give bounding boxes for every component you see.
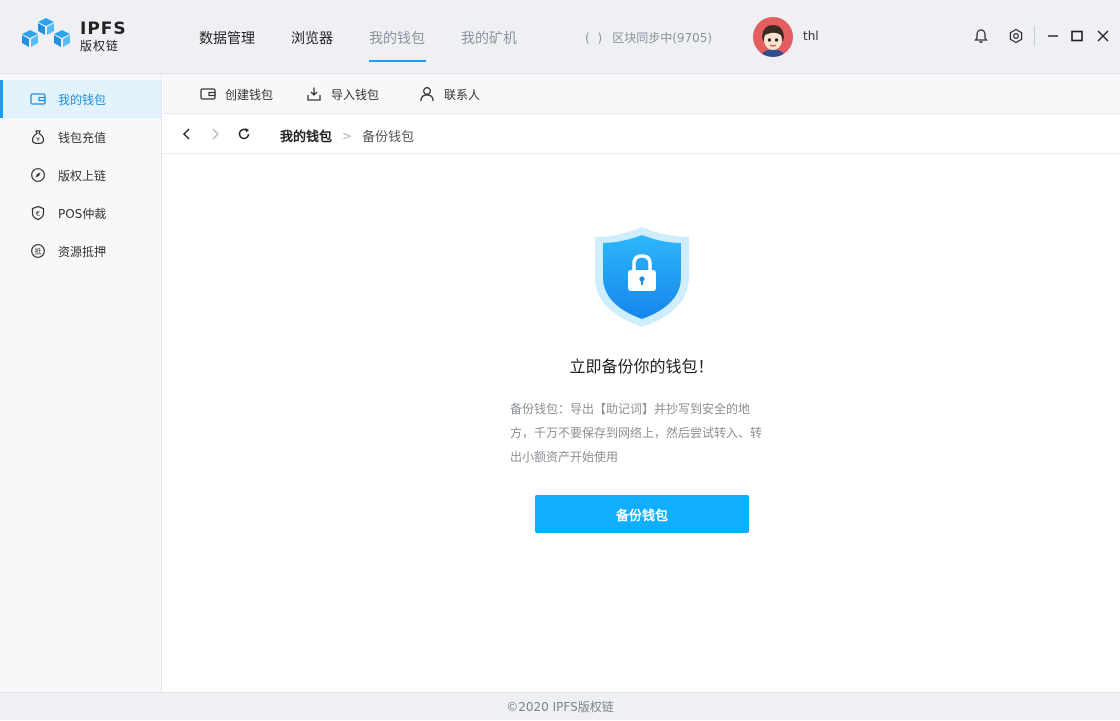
tab-my-miner[interactable]: 我的矿机: [461, 28, 517, 48]
create-wallet-button[interactable]: 创建钱包: [199, 85, 273, 103]
app-logo: IPFS 版权链: [20, 18, 127, 54]
sync-status: ( ) 区块同步中(9705): [585, 29, 712, 46]
minimize-icon[interactable]: [1043, 26, 1063, 46]
toolbar-divider: [1034, 26, 1035, 46]
copyright-text: ©2020 IPFS版权链: [506, 700, 614, 714]
import-icon: [305, 85, 323, 103]
contacts-button[interactable]: 联系人: [418, 85, 480, 103]
active-tab-indicator: [369, 60, 426, 62]
wallet-icon: [30, 91, 46, 107]
logo-title: IPFS: [80, 18, 127, 39]
pledge-icon: 抵: [30, 243, 46, 259]
shield-coin-icon: €: [30, 205, 46, 221]
import-wallet-label: 导入钱包: [331, 87, 380, 102]
navigation-bar: 我的钱包 > 备份钱包: [163, 114, 1120, 154]
sidebar-item-label: POS仲裁: [58, 206, 107, 221]
sidebar-item-recharge[interactable]: ¥ 钱包充值: [0, 118, 161, 156]
svg-text:抵: 抵: [35, 247, 42, 256]
backup-headline: 立即备份你的钱包！: [569, 357, 714, 376]
backup-wallet-button[interactable]: 备份钱包: [535, 495, 749, 533]
cartoon-avatar-icon: [753, 17, 793, 57]
compass-icon: [30, 167, 46, 183]
sidebar-item-copyright-chain[interactable]: 版权上链: [0, 156, 161, 194]
money-bag-icon: ¥: [30, 129, 46, 145]
breadcrumb-parent[interactable]: 我的钱包: [280, 126, 332, 145]
tab-browser[interactable]: 浏览器: [291, 28, 333, 48]
tab-data-management[interactable]: 数据管理: [199, 28, 255, 48]
backup-panel: 立即备份你的钱包！ 备份钱包：导出【助记词】并抄写到安全的地方，千万不要保存到网…: [163, 155, 1120, 692]
breadcrumb-current: 备份钱包: [362, 130, 415, 145]
sidebar-item-resource-pledge[interactable]: 抵 资源抵押: [0, 232, 161, 270]
logo-subtitle: 版权链: [80, 38, 120, 53]
user-icon: [418, 85, 436, 103]
sidebar-item-label: 我的钱包: [58, 92, 107, 107]
sidebar-item-my-wallet[interactable]: 我的钱包: [0, 80, 161, 118]
back-icon[interactable]: [178, 125, 196, 143]
bell-icon[interactable]: [971, 26, 991, 46]
settings-icon[interactable]: [1006, 26, 1026, 46]
maximize-icon[interactable]: [1067, 26, 1087, 46]
svg-text:¥: ¥: [36, 137, 40, 144]
top-bar: IPFS 版权链 数据管理 浏览器 我的钱包 我的矿机 ( ) 区块同步中(97…: [0, 0, 1120, 74]
contacts-label: 联系人: [444, 87, 481, 102]
wallet-add-icon: [199, 85, 217, 103]
sidebar-item-pos-arbitration[interactable]: € POS仲裁: [0, 194, 161, 232]
forward-icon[interactable]: [206, 125, 224, 143]
sidebar-item-label: 版权上链: [58, 168, 107, 183]
avatar[interactable]: [753, 17, 793, 57]
svg-text:€: €: [36, 210, 40, 218]
close-icon[interactable]: [1093, 26, 1113, 46]
backup-description: 备份钱包：导出【助记词】并抄写到安全的地方，千万不要保存到网络上，然后尝试转入、…: [510, 402, 763, 464]
username[interactable]: thl: [803, 29, 819, 43]
sync-spinner-icon: ( ): [585, 30, 605, 45]
refresh-icon[interactable]: [235, 125, 253, 143]
breadcrumb: 我的钱包 > 备份钱包: [280, 126, 415, 146]
import-wallet-button[interactable]: 导入钱包: [305, 85, 379, 103]
sidebar-item-label: 资源抵押: [58, 244, 107, 259]
sync-text: 区块同步中(9705): [612, 31, 713, 45]
tab-my-wallet[interactable]: 我的钱包: [369, 28, 425, 48]
breadcrumb-separator: >: [342, 128, 353, 143]
wallet-toolbar: 创建钱包 导入钱包 联系人: [163, 74, 1120, 114]
footer: ©2020 IPFS版权链: [0, 692, 1120, 720]
cubes-logo-icon: [22, 18, 70, 47]
shield-lock-icon: [593, 225, 691, 333]
sidebar: 我的钱包 ¥ 钱包充值 版权上链 € POS仲裁 抵 资源抵押: [0, 74, 162, 692]
sidebar-item-label: 钱包充值: [58, 130, 107, 145]
create-wallet-label: 创建钱包: [225, 87, 274, 102]
